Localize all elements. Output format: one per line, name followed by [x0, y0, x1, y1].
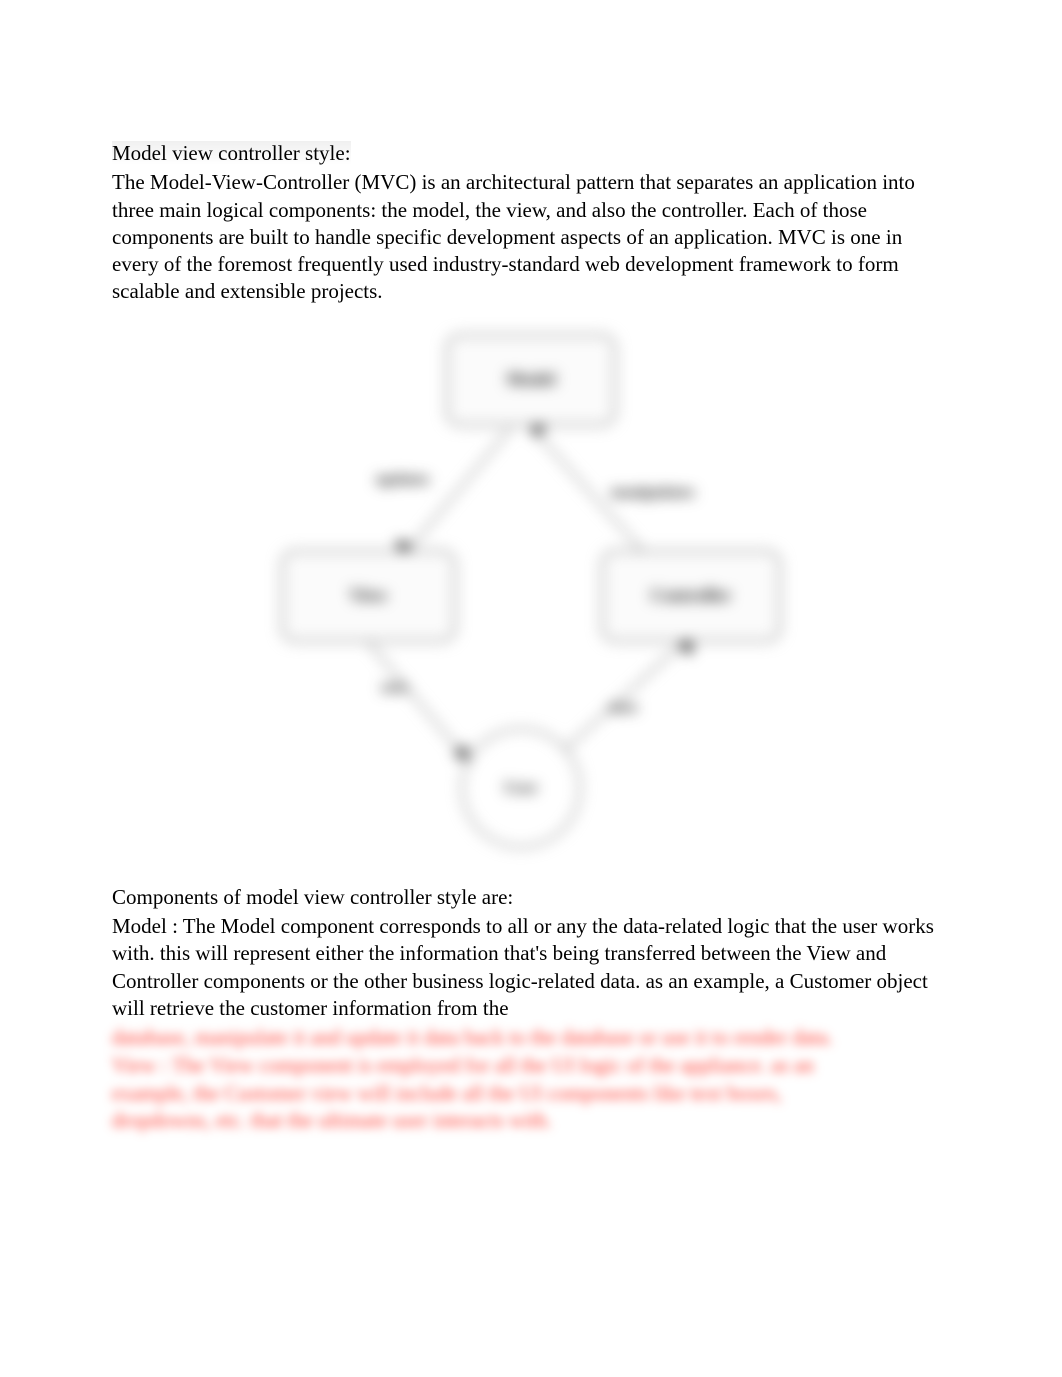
- mvc-diagram-container: Model View Controller User updates manip…: [112, 328, 950, 858]
- node-label: User: [504, 777, 538, 799]
- heading-text: Model view controller style:: [112, 141, 351, 165]
- mvc-diagram: Model View Controller User updates manip…: [281, 328, 781, 858]
- edge-label-sees: sees: [381, 678, 408, 699]
- diagram-node-view: View: [281, 550, 456, 642]
- edge-label-manipulates: manipulates: [611, 483, 695, 504]
- node-label: View: [349, 584, 387, 607]
- section-heading: Model view controller style:: [112, 140, 950, 167]
- model-paragraph: Model : The Model component corresponds …: [112, 913, 950, 1022]
- node-label: Controller: [651, 584, 732, 607]
- document-page: Model view controller style: The Model-V…: [0, 0, 1062, 1185]
- diagram-node-user: User: [461, 728, 581, 848]
- blurred-line: View : The View component is employed fo…: [112, 1052, 950, 1080]
- blurred-line: database, manipulate it and update it da…: [112, 1024, 950, 1052]
- blurred-line: example, the Customer view will include …: [112, 1080, 950, 1108]
- locked-content: database, manipulate it and update it da…: [112, 1024, 950, 1135]
- node-label: Model: [507, 368, 556, 391]
- diagram-node-model: Model: [446, 334, 616, 426]
- blurred-line: dropdowns, etc. that the ultimate user i…: [112, 1107, 950, 1135]
- components-heading: Components of model view controller styl…: [112, 884, 950, 911]
- edge-label-uses: uses: [609, 698, 637, 719]
- edge-label-updates: updates: [376, 470, 429, 491]
- diagram-node-controller: Controller: [601, 550, 781, 642]
- intro-paragraph: The Model-View-Controller (MVC) is an ar…: [112, 169, 950, 305]
